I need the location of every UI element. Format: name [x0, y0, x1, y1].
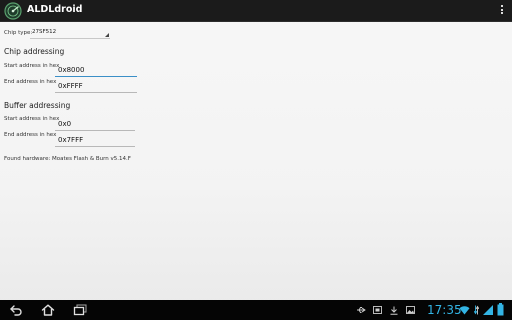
home-icon[interactable]: [41, 304, 55, 316]
chip-start-address-value: 0x8000: [58, 66, 85, 74]
recent-apps-icon[interactable]: [73, 304, 87, 316]
buffer-start-address-input[interactable]: 0x0: [55, 118, 135, 131]
screenshot-icon[interactable]: [373, 306, 382, 314]
back-icon[interactable]: [9, 304, 23, 316]
battery-icon[interactable]: [497, 303, 504, 316]
buffer-start-address-label: Start address in hex: [4, 116, 60, 122]
hardware-status-text: Found hardware: Moates Flash & Burn v5.1…: [4, 156, 131, 162]
chip-type-label: Chip type:: [4, 30, 33, 36]
screen: ALDLdroid Chip type: 27SF512 Chip addres…: [0, 0, 512, 320]
chip-type-spinner[interactable]: 27SF512: [30, 28, 110, 39]
chip-type-value: 27SF512: [32, 29, 57, 35]
system-bar: 17:35: [0, 300, 512, 320]
app-title: ALDLdroid: [27, 4, 83, 15]
download-icon[interactable]: [390, 306, 398, 315]
buffer-addressing-header: Buffer addressing: [4, 101, 71, 110]
overflow-menu-icon[interactable]: [500, 5, 504, 16]
chip-end-address-label: End address in hex: [4, 79, 57, 85]
chip-start-address-input[interactable]: 0x8000: [55, 64, 137, 77]
chip-start-address-label: Start address in hex: [4, 63, 60, 69]
wifi-icon[interactable]: [459, 305, 470, 315]
gallery-icon[interactable]: [406, 306, 415, 314]
buffer-end-address-input[interactable]: 0x7FFF: [55, 134, 135, 147]
buffer-start-address-value: 0x0: [58, 120, 72, 128]
status-clock[interactable]: 17:35: [427, 303, 462, 317]
app-logo-icon[interactable]: [4, 2, 22, 20]
action-bar: ALDLdroid: [0, 0, 512, 22]
signal-activity-icon: [474, 305, 479, 315]
connection-icon[interactable]: [482, 304, 494, 316]
chip-addressing-header: Chip addressing: [4, 47, 65, 56]
chip-end-address-value: 0xFFFF: [58, 82, 83, 90]
buffer-end-address-value: 0x7FFF: [58, 136, 84, 144]
spinner-arrow-icon: [105, 33, 109, 37]
chip-end-address-input[interactable]: 0xFFFF: [55, 80, 137, 93]
usb-icon[interactable]: [356, 306, 366, 314]
buffer-end-address-label: End address in hex: [4, 132, 57, 138]
